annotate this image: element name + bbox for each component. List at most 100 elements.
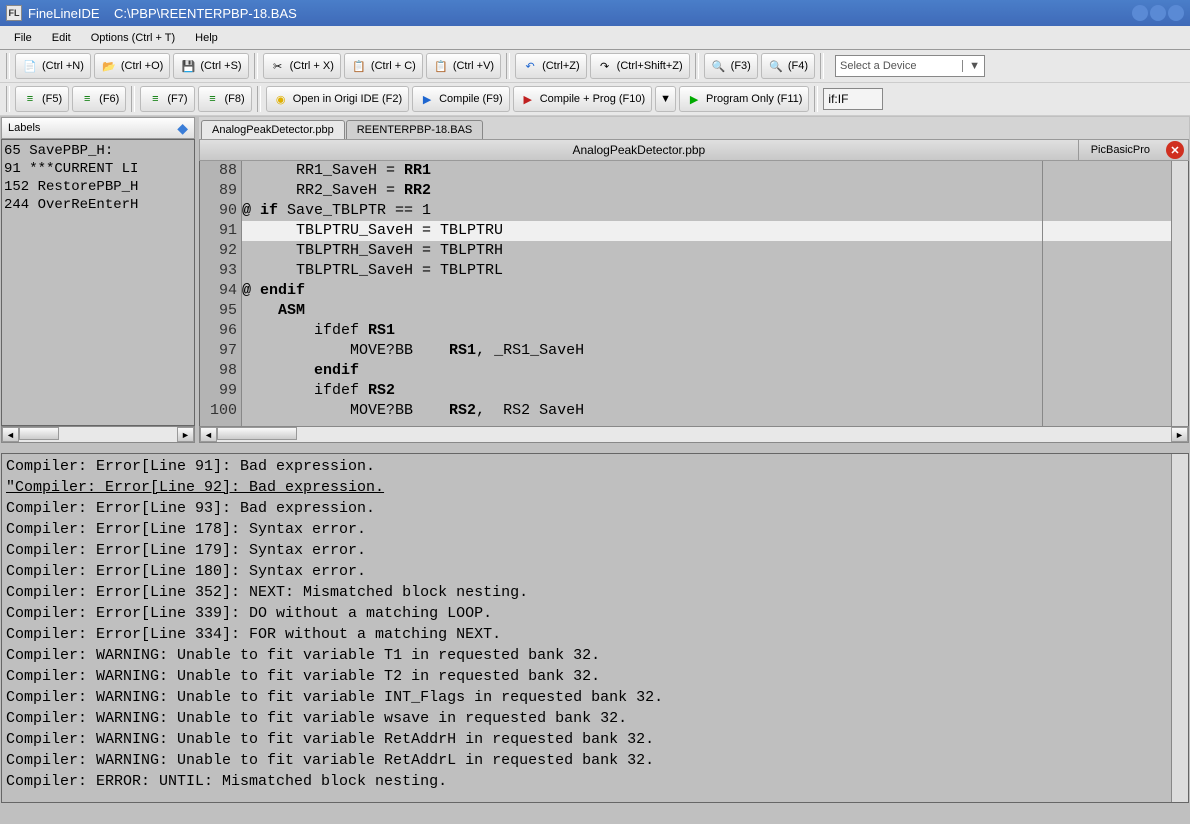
- output-line: Compiler: Error[Line 91]: Bad expression…: [6, 456, 1184, 477]
- label-item[interactable]: 244 OverReEnterH: [4, 196, 192, 214]
- play-icon: ▶: [419, 91, 435, 107]
- paste-icon: 📋: [433, 58, 449, 74]
- openide-label: Open in Origi IDE (F2): [293, 93, 402, 105]
- linenum: 89: [200, 181, 237, 201]
- labels-hscroll[interactable]: ◄ ►: [1, 426, 195, 443]
- tab-reenter[interactable]: REENTERPBP-18.BAS: [346, 120, 484, 139]
- dropdown-button[interactable]: ▼: [655, 86, 676, 112]
- code-view[interactable]: 88 89 90 91 92 93 94 95 96 97 98 99 100 …: [199, 161, 1189, 426]
- output-panel[interactable]: Compiler: Error[Line 91]: Bad expression…: [1, 453, 1189, 803]
- find-label: (F3): [731, 60, 751, 72]
- output-vscroll[interactable]: [1171, 454, 1188, 802]
- code-line[interactable]: TBLPTRL_SaveH = TBLPTRL: [242, 261, 1171, 281]
- maximize-button[interactable]: [1150, 5, 1166, 21]
- menu-help[interactable]: Help: [185, 29, 228, 47]
- device-text: Select a Device: [840, 60, 916, 72]
- scroll-left-icon[interactable]: ◄: [200, 427, 217, 442]
- scroll-track[interactable]: [217, 427, 1171, 442]
- sub-title: AnalogPeakDetector.pbp: [200, 143, 1078, 157]
- open-button[interactable]: 📂 (Ctrl +O): [94, 53, 170, 79]
- titlebar-text: FineLineIDE C:\PBP\REENTERPBP-18.BAS: [28, 6, 1132, 21]
- linenum: 97: [200, 341, 237, 361]
- code-line[interactable]: RR1_SaveH = RR1: [242, 161, 1171, 181]
- menu-file[interactable]: File: [4, 29, 42, 47]
- output-line: Compiler: WARNING: Unable to fit variabl…: [6, 708, 1184, 729]
- code-line[interactable]: TBLPTRU_SaveH = TBLPTRU: [242, 221, 1171, 241]
- save-icon: 💾: [180, 58, 196, 74]
- labels-list[interactable]: 65 SavePBP_H: 91 ***CURRENT LI 152 Resto…: [1, 139, 195, 426]
- minimize-button[interactable]: [1132, 5, 1148, 21]
- f7-button[interactable]: ≡(F7): [140, 86, 194, 112]
- play-green-icon: ▶: [686, 91, 702, 107]
- copy-icon: 📋: [351, 58, 367, 74]
- copy-label: (Ctrl + C): [371, 60, 416, 72]
- find-button[interactable]: 🔍(F3): [704, 53, 758, 79]
- new-button[interactable]: 📄(Ctrl +N): [15, 53, 91, 79]
- scroll-track[interactable]: [19, 427, 177, 442]
- compile-button[interactable]: ▶Compile (F9): [412, 86, 510, 112]
- label-item[interactable]: 152 RestorePBP_H: [4, 178, 192, 196]
- editor-vscroll[interactable]: [1171, 161, 1188, 426]
- findnext-icon: 🔍: [768, 58, 784, 74]
- paste-button[interactable]: 📋 (Ctrl +V): [426, 53, 501, 79]
- tab-analog[interactable]: AnalogPeakDetector.pbp: [201, 120, 345, 139]
- cut-button[interactable]: ✂(Ctrl + X): [263, 53, 341, 79]
- open-label: (Ctrl +O): [121, 60, 163, 72]
- open-icon: 📂: [101, 58, 117, 74]
- linenum: 90: [200, 201, 237, 221]
- copy-button[interactable]: 📋 (Ctrl + C): [344, 53, 423, 79]
- code-line[interactable]: ASM: [242, 301, 1171, 321]
- scroll-thumb[interactable]: [19, 427, 59, 440]
- save-button[interactable]: 💾(Ctrl +S): [173, 53, 248, 79]
- findnext-button[interactable]: 🔍(F4): [761, 53, 815, 79]
- labels-header[interactable]: Labels ◆: [1, 117, 195, 139]
- redo-button[interactable]: ↷(Ctrl+Shift+Z): [590, 53, 690, 79]
- f5-button[interactable]: ≡(F5): [15, 86, 69, 112]
- code-line[interactable]: ifdef RS2: [242, 381, 1171, 401]
- splitter[interactable]: [0, 444, 1190, 452]
- compileprog-label: Compile + Prog (F10): [540, 93, 645, 105]
- code-line[interactable]: MOVE?BB RS1, _RS1_SaveH: [242, 341, 1171, 361]
- code-line[interactable]: @ if Save_TBLPTR == 1: [242, 201, 1171, 221]
- cut-icon: ✂: [270, 58, 286, 74]
- scroll-left-icon[interactable]: ◄: [2, 427, 19, 442]
- code-line[interactable]: TBLPTRH_SaveH = TBLPTRH: [242, 241, 1171, 261]
- close-tab-button[interactable]: ✕: [1166, 141, 1184, 159]
- progonly-label: Program Only (F11): [706, 93, 802, 105]
- code-line[interactable]: endif: [242, 361, 1171, 381]
- compile-prog-button[interactable]: ▶ Compile + Prog (F10): [513, 86, 652, 112]
- output-line: Compiler: Error[Line 178]: Syntax error.: [6, 519, 1184, 540]
- label-item[interactable]: 91 ***CURRENT LI: [4, 160, 192, 178]
- chevron-down-icon: ▼: [962, 60, 980, 72]
- labels-title: Labels: [8, 122, 40, 134]
- code-lines[interactable]: RR1_SaveH = RR1 RR2_SaveH = RR2 @ if Sav…: [242, 161, 1171, 426]
- code-line[interactable]: ifdef RS1: [242, 321, 1171, 341]
- label-item[interactable]: 65 SavePBP_H:: [4, 142, 192, 160]
- close-button[interactable]: [1168, 5, 1184, 21]
- undo-button[interactable]: ↶(Ctrl+Z): [515, 53, 587, 79]
- output-line: Compiler: WARNING: Unable to fit variabl…: [6, 666, 1184, 687]
- paste-label: (Ctrl +V): [453, 60, 494, 72]
- device-select[interactable]: Select a Device ▼: [835, 55, 985, 77]
- output-line: Compiler: Error[Line 93]: Bad expression…: [6, 498, 1184, 519]
- program-only-button[interactable]: ▶ Program Only (F11): [679, 86, 809, 112]
- editor-hscroll[interactable]: ◄ ►: [199, 426, 1189, 443]
- f8-button[interactable]: ≡(F8): [198, 86, 252, 112]
- scroll-right-icon[interactable]: ►: [177, 427, 194, 442]
- linenum: 91: [200, 221, 237, 241]
- play-red-icon: ▶: [520, 91, 536, 107]
- code-line[interactable]: @ endif: [242, 281, 1171, 301]
- scroll-right-icon[interactable]: ►: [1171, 427, 1188, 442]
- if-input[interactable]: if:IF: [823, 88, 883, 110]
- code-line[interactable]: MOVE?BB RS2, RS2 SaveH: [242, 401, 1171, 421]
- f6-button[interactable]: ≡(F6): [72, 86, 126, 112]
- toolbars: 📄(Ctrl +N) 📂(Ctrl +O) 💾(Ctrl +S) ✂(Ctrl …: [0, 50, 1190, 116]
- code-line[interactable]: RR2_SaveH = RR2: [242, 181, 1171, 201]
- output-line: Compiler: WARNING: Unable to fit variabl…: [6, 750, 1184, 771]
- scroll-thumb[interactable]: [217, 427, 297, 440]
- output-line: Compiler: WARNING: Unable to fit variabl…: [6, 687, 1184, 708]
- menu-options[interactable]: Options (Ctrl + T): [81, 29, 185, 47]
- open-ide-button[interactable]: ◉Open in Origi IDE (F2): [266, 86, 409, 112]
- output-line: Compiler: Error[Line 180]: Syntax error.: [6, 561, 1184, 582]
- menu-edit[interactable]: Edit: [42, 29, 81, 47]
